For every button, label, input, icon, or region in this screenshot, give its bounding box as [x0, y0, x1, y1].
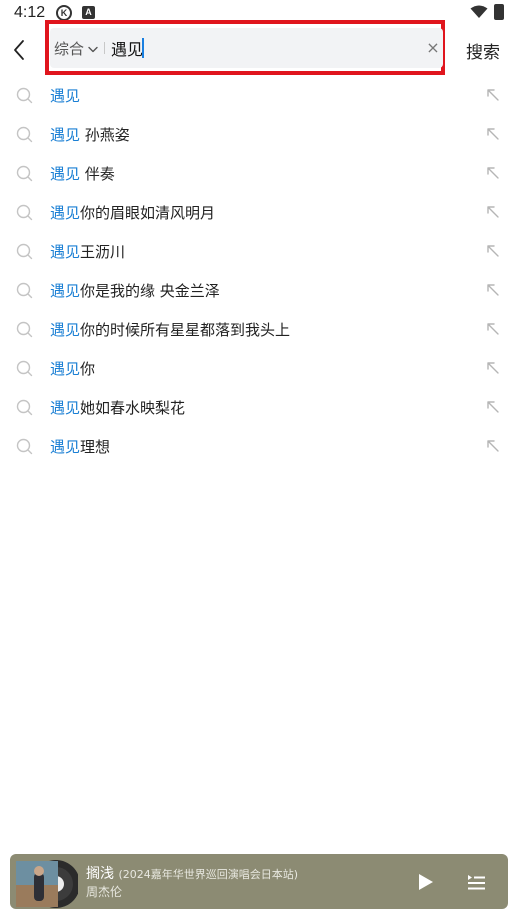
search-icon — [16, 165, 33, 182]
chevron-down-icon — [88, 46, 98, 52]
song-subtitle: (2024嘉年华世界巡回演唱会日本站) — [118, 868, 299, 881]
suggestion-match: 遇见 — [50, 399, 81, 417]
search-icon — [16, 243, 33, 260]
suggestion-item[interactable]: 遇见她如春水映梨花 — [0, 388, 518, 427]
song-artist: 周杰伦 — [86, 885, 123, 899]
back-button[interactable] — [8, 36, 32, 64]
album-cover[interactable] — [16, 859, 78, 909]
battery-icon — [494, 4, 504, 20]
suggestion-item[interactable]: 遇见 伴奏 — [0, 154, 518, 193]
scope-divider — [104, 42, 105, 54]
search-icon — [16, 321, 33, 338]
suggestion-rest: 王沥川 — [80, 243, 126, 261]
fill-query-arrow-icon[interactable] — [486, 283, 500, 297]
suggestion-match: 遇见 — [50, 438, 81, 456]
suggestion-rest: 你的眉眼如清风明月 — [80, 204, 216, 222]
wifi-icon — [470, 5, 488, 18]
search-box[interactable]: 综合 × — [50, 28, 443, 68]
suggestion-rest: 她如春水映梨花 — [80, 399, 186, 417]
search-icon — [16, 87, 33, 104]
suggestion-match: 遇见 — [50, 282, 81, 300]
play-icon[interactable] — [414, 871, 436, 893]
suggestion-rest: 你的时候所有星星都落到我头上 — [80, 321, 291, 339]
suggestion-text: 遇见你 — [50, 358, 95, 379]
suggestion-match: 遇见 — [50, 321, 81, 339]
clear-button[interactable]: × — [424, 38, 442, 58]
search-button[interactable]: 搜索 — [466, 38, 500, 63]
suggestion-match: 遇见 — [50, 243, 81, 261]
search-icon — [16, 282, 33, 299]
k-circle-icon: K — [56, 5, 72, 21]
suggestion-text: 遇见王沥川 — [50, 241, 125, 262]
fill-query-arrow-icon[interactable] — [486, 400, 500, 414]
suggestion-text: 遇见理想 — [50, 436, 110, 457]
suggestion-match: 遇见 — [50, 126, 81, 144]
suggestion-text: 遇见她如春水映梨花 — [50, 397, 185, 418]
fill-query-arrow-icon[interactable] — [486, 166, 500, 180]
fill-query-arrow-icon[interactable] — [486, 244, 500, 258]
search-icon — [16, 399, 33, 416]
suggestion-text: 遇见你的时候所有星星都落到我头上 — [50, 319, 290, 340]
suggestion-list: 遇见 遇见 孙燕姿 遇见 伴奏 遇见你的眉眼如清风明月 遇见王沥川 遇见你是我的… — [0, 76, 518, 466]
fill-query-arrow-icon[interactable] — [486, 322, 500, 336]
suggestion-item[interactable]: 遇见 — [0, 76, 518, 115]
suggestion-item[interactable]: 遇见你的眉眼如清风明月 — [0, 193, 518, 232]
suggestion-text: 遇见你的眉眼如清风明月 — [50, 202, 215, 223]
suggestion-match: 遇见 — [50, 204, 81, 222]
search-icon — [16, 204, 33, 221]
suggestion-item[interactable]: 遇见你是我的缘 央金兰泽 — [0, 271, 518, 310]
search-scope-dropdown[interactable]: 综合 — [54, 38, 98, 58]
suggestion-rest: 孙燕姿 — [80, 126, 130, 144]
song-title: 搁浅 — [86, 866, 114, 882]
search-scope-label: 综合 — [54, 39, 85, 58]
suggestion-item[interactable]: 遇见 孙燕姿 — [0, 115, 518, 154]
mini-player[interactable]: 搁浅 (2024嘉年华世界巡回演唱会日本站) 周杰伦 — [10, 854, 508, 909]
suggestion-match: 遇见 — [50, 87, 81, 105]
search-input[interactable] — [111, 34, 411, 62]
search-icon — [16, 438, 33, 455]
fill-query-arrow-icon[interactable] — [486, 127, 500, 141]
fill-query-arrow-icon[interactable] — [486, 205, 500, 219]
suggestion-text: 遇见你是我的缘 央金兰泽 — [50, 280, 220, 301]
suggestion-text: 遇见 — [50, 85, 80, 106]
search-icon — [16, 360, 33, 377]
suggestion-item[interactable]: 遇见王沥川 — [0, 232, 518, 271]
suggestion-text: 遇见 伴奏 — [50, 163, 115, 184]
suggestion-item[interactable]: 遇见你 — [0, 349, 518, 388]
chevron-left-icon — [14, 40, 24, 60]
suggestion-item[interactable]: 遇见理想 — [0, 427, 518, 466]
suggestion-rest: 你是我的缘 央金兰泽 — [80, 282, 220, 300]
suggestion-rest: 你 — [80, 360, 96, 378]
song-title-line: 搁浅 (2024嘉年华世界巡回演唱会日本站) — [86, 863, 298, 883]
suggestion-match: 遇见 — [50, 360, 81, 378]
fill-query-arrow-icon[interactable] — [486, 361, 500, 375]
fill-query-arrow-icon[interactable] — [486, 88, 500, 102]
suggestion-item[interactable]: 遇见你的时候所有星星都落到我头上 — [0, 310, 518, 349]
search-icon — [16, 126, 33, 143]
status-time: 4:12 — [14, 4, 46, 21]
suggestion-rest: 理想 — [80, 438, 111, 456]
suggestion-rest: 伴奏 — [80, 165, 115, 183]
suggestion-text: 遇见 孙燕姿 — [50, 124, 130, 145]
suggestion-match: 遇见 — [50, 165, 81, 183]
a-square-icon: A — [82, 6, 95, 19]
text-cursor — [142, 38, 144, 58]
fill-query-arrow-icon[interactable] — [486, 439, 500, 453]
playlist-icon[interactable] — [466, 873, 486, 891]
